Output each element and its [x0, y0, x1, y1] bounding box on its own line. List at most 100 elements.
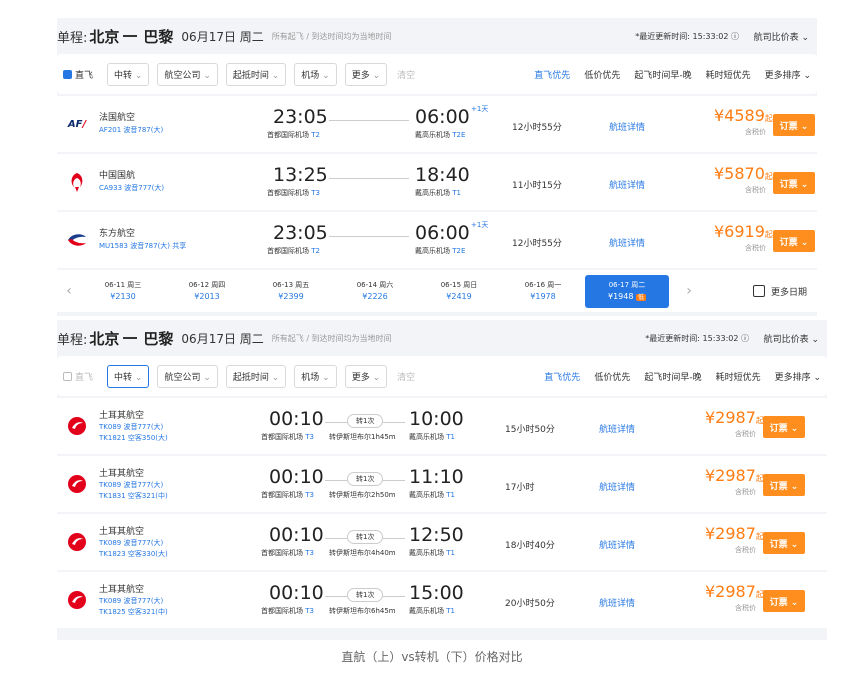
departure-airport: 首都国际机场 T3 [261, 491, 314, 499]
date-option[interactable]: 06-12 周四 ¥2013 [165, 279, 249, 303]
date-option-selected[interactable]: 06-17 周二 ¥1948 低 [585, 274, 669, 308]
filter-bar: 直飞 中转 航空公司 起抵时间 机场 更多 清空 直飞优先 低价优先 起飞时间早… [57, 54, 817, 94]
date-price-strip: ‹ 06-11 周三 ¥2130 06-12 周四 ¥2013 06-13 周五 ¥2… [57, 270, 817, 312]
connecting-flight-number: TK1821 空客350(大) [99, 434, 168, 442]
airport-dropdown[interactable]: 机场 [294, 364, 337, 388]
sort-direct-first[interactable]: 直飞优先 [534, 68, 570, 81]
direct-flight-panel: 单程: 北京 巴黎 06月17日 周二 所有起飞 / 到达时间均为当地时间 *最… [57, 18, 817, 316]
sort-shortest[interactable]: 耗时短优先 [716, 370, 761, 383]
sort-shortest[interactable]: 耗时短优先 [706, 68, 751, 81]
turkish-airlines-logo-icon [65, 474, 89, 494]
direct-only-checkbox[interactable]: 直飞 [63, 370, 93, 383]
arrival-airport: 戴高乐机场 T1 [409, 549, 455, 557]
tax-included-label: 含税价 [735, 488, 756, 496]
flight-detail-link[interactable]: 航班详情 [599, 596, 635, 609]
book-button[interactable]: 订票 ⌄ [763, 532, 805, 554]
date-option[interactable]: 06-13 周五 ¥2399 [249, 279, 333, 303]
travel-date: 06月17日 周二 [181, 331, 264, 346]
airline-name: 土耳其航空 [99, 469, 145, 479]
flight-detail-link[interactable]: 航班详情 [599, 480, 635, 493]
more-dropdown[interactable]: 更多 [344, 62, 388, 86]
sort-departure-time[interactable]: 起飞时间早-晚 [634, 68, 691, 81]
date-option[interactable]: 06-15 周日 ¥2419 [417, 279, 501, 303]
update-time: *最近更新时间: 15:33:02 ⓘ [645, 333, 749, 343]
clear-button[interactable]: 清空 [397, 370, 415, 383]
air-china-logo-icon [65, 172, 89, 192]
time-dropdown[interactable]: 起抵时间 [225, 62, 287, 86]
arrival-time: 06:00 [415, 106, 470, 128]
departure-time: 00:10 [269, 408, 324, 430]
connecting-flight-number: TK1823 空客330(大) [99, 550, 168, 558]
price: ¥2987起 [705, 408, 764, 427]
flight-detail-link[interactable]: 航班详情 [599, 422, 635, 435]
layover-info: 转伊斯坦布尔2h50m [329, 491, 396, 499]
origin-city: 北京 [89, 329, 120, 348]
airport-dropdown[interactable]: 机场 [294, 62, 337, 86]
departure-airport: 首都国际机场 T3 [261, 549, 314, 557]
departure-time: 13:25 [273, 164, 328, 186]
flight-detail-link[interactable]: 航班详情 [609, 236, 645, 249]
direct-only-checkbox[interactable]: 直飞 [63, 68, 93, 81]
arrival-airport: 戴高乐机场 T1 [415, 189, 461, 197]
flight-row: 土耳其航空 TK089 波音777(大) TK1825 空客321(中) 00:10 首… [57, 572, 827, 628]
time-dropdown[interactable]: 起抵时间 [225, 364, 287, 388]
sort-low-price[interactable]: 低价优先 [584, 68, 620, 81]
sort-low-price[interactable]: 低价优先 [594, 370, 630, 383]
arrival-airport: 戴高乐机场 T1 [409, 607, 455, 615]
local-time-note: 所有起飞 / 到达时间均为当地时间 [271, 333, 392, 343]
departure-airport: 首都国际机场 T2 [267, 247, 320, 255]
sort-departure-time[interactable]: 起飞时间早-晚 [644, 370, 701, 383]
arrival-airport: 戴高乐机场 T2E [415, 131, 466, 139]
arrival-time: 11:10 [409, 466, 464, 488]
clear-button[interactable]: 清空 [397, 68, 415, 81]
book-button[interactable]: 订票 ⌄ [763, 474, 805, 496]
more-dates-button[interactable]: 更多日期 [752, 285, 807, 298]
date-option[interactable]: 06-11 周三 ¥2130 [81, 279, 165, 303]
flight-detail-link[interactable]: 航班详情 [599, 538, 635, 551]
tax-included-label: 含税价 [735, 546, 756, 554]
next-dates-chevron-right-icon[interactable]: › [677, 283, 701, 299]
sort-direct-first[interactable]: 直飞优先 [544, 370, 580, 383]
transfer-dropdown[interactable]: 中转 [107, 62, 150, 86]
travel-date: 06月17日 周二 [181, 29, 264, 44]
airline-dropdown[interactable]: 航空公司 [157, 62, 218, 86]
flight-row: 土耳其航空 TK089 波音777(大) TK1821 空客350(大) 00:10 首… [57, 398, 827, 454]
book-button[interactable]: 订票 ⌄ [773, 230, 815, 252]
book-button[interactable]: 订票 ⌄ [763, 416, 805, 438]
price: ¥2987起 [705, 582, 764, 601]
book-button[interactable]: 订票 ⌄ [763, 590, 805, 612]
sort-options: 直飞优先 低价优先 起飞时间早-晚 耗时短优先 更多排序 ⌄ [534, 68, 811, 81]
sort-more[interactable]: 更多排序 ⌄ [775, 370, 821, 383]
departure-time: 00:10 [269, 582, 324, 604]
turkish-airlines-logo-icon [65, 590, 89, 610]
route-line [329, 120, 409, 121]
prev-dates-chevron-left-icon[interactable]: ‹ [57, 283, 81, 299]
flight-detail-link[interactable]: 航班详情 [609, 178, 645, 191]
sort-more[interactable]: 更多排序 ⌄ [765, 68, 811, 81]
checkbox-unchecked-icon [63, 371, 72, 381]
price-compare-link[interactable]: 航司比价表 ⌄ [764, 332, 819, 345]
origin-city: 北京 [89, 27, 120, 46]
departure-time: 00:10 [269, 466, 324, 488]
connecting-flight-number: TK1825 空客321(中) [99, 608, 168, 616]
air-france-logo-icon: AF/ [67, 118, 87, 130]
date-option[interactable]: 06-16 周一 ¥1978 [501, 279, 585, 303]
airline-name: 法国航空 [99, 113, 136, 123]
airline-dropdown[interactable]: 航空公司 [157, 364, 218, 388]
departure-airport: 首都国际机场 T2 [267, 131, 320, 139]
more-dropdown[interactable]: 更多 [344, 364, 388, 388]
flight-number: TK089 波音777(大) [99, 539, 164, 547]
price: ¥6919起 [714, 222, 773, 241]
image-caption: 直航（上）vs转机（下）价格对比 [341, 650, 523, 664]
book-button[interactable]: 订票 ⌄ [773, 172, 815, 194]
airline-name: 东方航空 [99, 229, 136, 239]
transfer-dropdown[interactable]: 中转 [107, 364, 150, 388]
price: ¥2987起 [705, 466, 764, 485]
flight-detail-link[interactable]: 航班详情 [609, 120, 645, 133]
flight-row: 土耳其航空 TK089 波音777(大) TK1823 空客330(大) 00:10 首… [57, 514, 827, 570]
date-option[interactable]: 06-14 周六 ¥2226 [333, 279, 417, 303]
departure-time: 00:10 [269, 524, 324, 546]
book-button[interactable]: 订票 ⌄ [773, 114, 815, 136]
stop-count-badge: 转1次 [347, 530, 384, 544]
price-compare-link[interactable]: 航司比价表 ⌄ [754, 30, 809, 43]
